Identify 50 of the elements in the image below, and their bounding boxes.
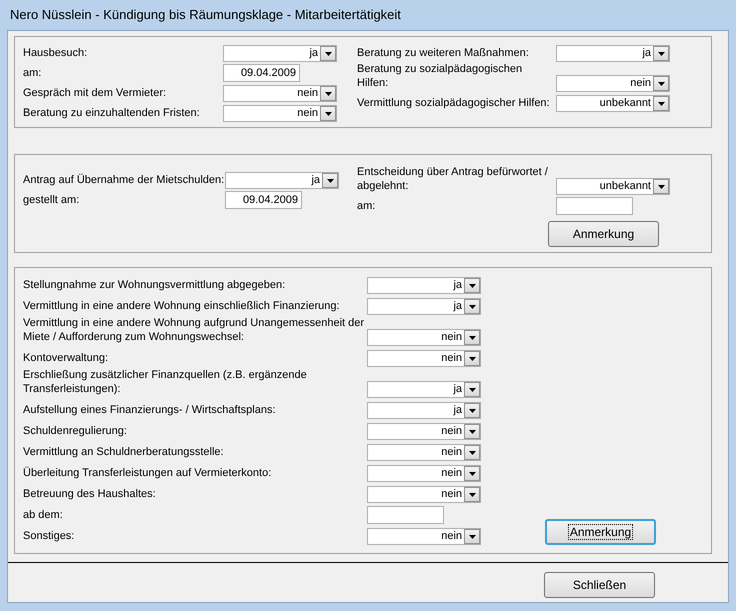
field-label: am: [23, 66, 42, 81]
field-label: Überleitung Transferleistungen auf Vermieterkonto: [23, 466, 272, 481]
field-label: Aufstellung eines Finanzierungs- / Wirtschaftsplans: [23, 403, 277, 418]
field-label: Vermittlung in eine andere Wohnung einschließlich Finanzierung: [23, 299, 341, 314]
push-button[interactable]: Schließen [544, 572, 655, 598]
dropdown[interactable]: nein [367, 329, 481, 346]
field-label: gestellt am: [23, 193, 80, 208]
field-label: Beratung zu weiteren Maßnahmen: [357, 46, 530, 61]
text-field[interactable]: 09.04.2009 [223, 64, 300, 82]
field-label: Vermittlung an Schuldnerberatungsstelle: [23, 445, 225, 460]
dropdown[interactable]: nein [223, 85, 337, 102]
dropdown[interactable]: ja [223, 45, 337, 62]
field-label: Gespräch mit dem Vermieter: [23, 86, 168, 101]
text-field[interactable] [367, 506, 444, 524]
window-title: Nero Nüsslein - Kündigung bis Räumungsklage - Mitarbeitertätigkeit [10, 6, 401, 24]
field-label: Stellungnahme zur Wohnungsvermittlung abgegeben: [23, 278, 286, 293]
field-label: Schuldenregulierung: [23, 424, 128, 439]
field-label: Beratung zu sozialpädagogischen Hilfen: [357, 62, 524, 91]
field-label: Vermittlung in eine andere Wohnung aufgrund Unangemessenheit der Miete / Aufforderung zum Wohnungswechsel: [23, 316, 366, 345]
field-label: Sonstiges: [23, 529, 76, 544]
field-label: Entscheidung über Antrag befürwortet / abgelehnt: [357, 165, 549, 194]
dropdown[interactable]: nein [367, 423, 481, 440]
dropdown[interactable]: nein [223, 105, 337, 122]
dropdown[interactable]: nein [367, 444, 481, 461]
dropdown[interactable]: nein [367, 350, 481, 367]
dropdown[interactable]: nein [367, 486, 481, 503]
dropdown[interactable]: unbekannt [556, 95, 670, 112]
dropdown[interactable]: nein [367, 465, 481, 482]
dropdown[interactable]: nein [367, 528, 481, 545]
field-label: Beratung zu einzuhaltenden Fristen: [23, 106, 201, 121]
dropdown[interactable]: ja [225, 172, 339, 189]
text-field[interactable]: 09.04.2009 [225, 191, 302, 209]
field-label: Kontoverwaltung: [23, 351, 109, 366]
dropdown[interactable]: unbekannt [556, 178, 670, 195]
field-label: Antrag auf Übernahme der Mietschulden: [23, 173, 225, 188]
dropdown[interactable]: ja [367, 277, 481, 294]
dropdown[interactable]: ja [367, 402, 481, 419]
field-label: am: [357, 199, 376, 214]
text-field[interactable] [556, 197, 633, 215]
field-label: Vermittlung sozialpädagogischer Hilfen: [357, 96, 551, 111]
dropdown[interactable]: ja [556, 45, 670, 62]
field-label: ab dem: [23, 508, 64, 523]
push-button[interactable]: Anmerkung [545, 519, 656, 545]
dropdown[interactable]: ja [367, 381, 481, 398]
dropdown[interactable]: ja [367, 298, 481, 315]
field-label: Erschließung zusätzlicher Finanzquellen (z.B. ergänzende Transferleistungen): [23, 368, 308, 397]
field-label: Hausbesuch: [23, 46, 88, 61]
dropdown[interactable]: nein [556, 75, 670, 92]
push-button[interactable]: Anmerkung [548, 221, 659, 247]
field-label: Betreuung des Haushaltes: [23, 487, 157, 502]
